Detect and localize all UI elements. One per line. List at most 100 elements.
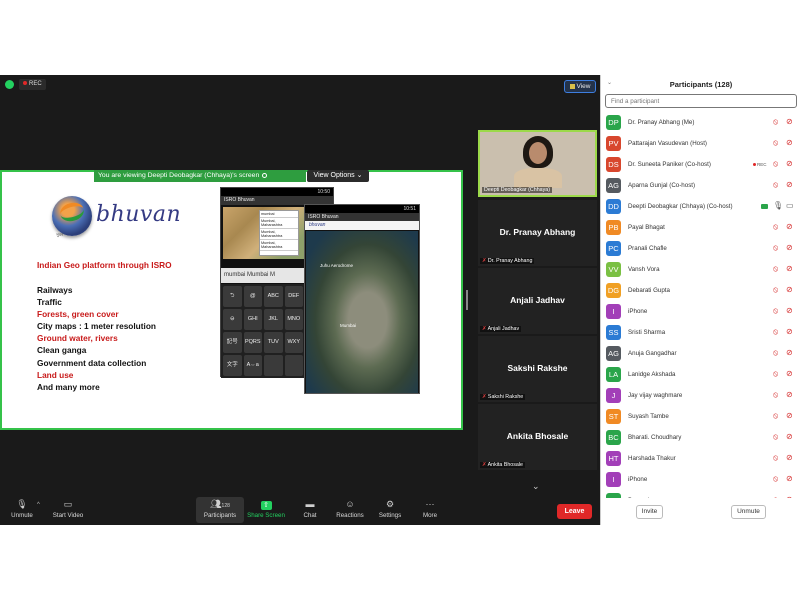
recording-badge: REC [753, 154, 767, 175]
video-tile-active-speaker[interactable]: Deepti Deobagkar (Chhaya) [478, 130, 597, 197]
keyboard-key [264, 355, 283, 376]
video-off-icon[interactable]: ⊘ [786, 117, 793, 126]
muted-mic-icon[interactable]: ⦸ [773, 474, 778, 484]
video-off-icon: ▭ [63, 499, 73, 509]
participant-name: Deepti Deobagkar (Chhaya) (Co-host) [628, 203, 733, 210]
reactions-button[interactable]: ☺ Reactions [333, 499, 367, 519]
video-off-icon[interactable]: ⊘ [786, 432, 793, 441]
participant-row[interactable]: IiPhone ⦸ ⊘ [601, 469, 800, 490]
video-off-icon[interactable]: ⊘ [786, 180, 793, 189]
unmute-all-button[interactable]: Unmute [731, 505, 766, 519]
participant-row[interactable]: DD Deepti Deobagkar (Chhaya) (Co-host) 🎙︎ ▭ [601, 196, 800, 217]
keyboard-key: TUV [264, 332, 283, 353]
muted-mic-icon[interactable]: ⦸ [773, 222, 778, 232]
video-tile[interactable]: Sakshi Rakshe ✗ Sakshi Rakshe [478, 336, 597, 402]
participant-row[interactable]: LA Lanidge Akshada ⦸ ⊘ [601, 364, 800, 385]
screen-sharing-icon [761, 204, 768, 209]
video-off-icon[interactable]: ⊘ [786, 159, 793, 168]
muted-mic-icon[interactable]: ⦸ [773, 285, 778, 295]
muted-mic-icon[interactable]: ⦸ [773, 159, 778, 169]
start-video-button[interactable]: ▭ Start Video [50, 499, 86, 519]
muted-mic-icon[interactable]: ⦸ [773, 369, 778, 379]
participant-row[interactable]: D Devendra ⦸ ⊘ [601, 490, 800, 498]
muted-mic-icon[interactable]: ⦸ [773, 306, 778, 316]
video-icon[interactable]: ▭ [786, 201, 794, 210]
avatar: PV [606, 136, 621, 151]
participant-row[interactable]: PV Pattarajan Vasudevan (Host) ⦸ ⊘ [601, 133, 800, 154]
participants-button[interactable]: 👥︎128 Participants [198, 499, 242, 519]
tile-caption: Deepti Deobagkar (Chhaya) [482, 187, 552, 193]
share-screen-button[interactable]: ⇧ Share Screen [246, 499, 286, 519]
video-off-icon[interactable]: ⊘ [786, 369, 793, 378]
mic-icon[interactable]: 🎙︎ [773, 201, 783, 210]
participant-row[interactable]: BC Bharati. Choudhary ⦸ ⊘ [601, 427, 800, 448]
avatar: DG [606, 283, 621, 298]
participant-row[interactable]: PC Pranali Chafle ⦸ ⊘ [601, 238, 800, 259]
participant-row[interactable]: VV Vansh Vora ⦸ ⊘ [601, 259, 800, 280]
muted-mic-icon[interactable]: ⦸ [773, 390, 778, 400]
participants-panel: ⌄ Participants (128) DPDr. Pranay Abhang… [600, 75, 800, 525]
video-off-icon[interactable]: ⊘ [786, 348, 793, 357]
leave-button[interactable]: Leave [557, 504, 592, 519]
view-options-button[interactable]: View Options ⌄ [307, 170, 369, 182]
video-off-icon[interactable]: ⊘ [786, 306, 793, 315]
muted-mic-icon[interactable]: ⦸ [773, 411, 778, 421]
muted-mic-icon[interactable]: ⦸ [773, 348, 778, 358]
reactions-icon: ☺ [345, 499, 355, 509]
participant-row[interactable]: AG Anuja Gangadhar ⦸ ⊘ [601, 343, 800, 364]
muted-mic-icon[interactable]: ⦸ [773, 327, 778, 337]
video-off-icon[interactable]: ⊘ [786, 390, 793, 399]
video-off-icon[interactable]: ⊘ [786, 327, 793, 336]
unmute-button[interactable]: 🎙︎ Unmute [8, 499, 36, 519]
participant-row[interactable]: IiPhone ⦸ ⊘ [601, 301, 800, 322]
participant-row[interactable]: AG Aparna Gunjal (Co-host) ⦸ ⊘ [601, 175, 800, 196]
participant-list: DP Dr. Pranay Abhang (Me) ⦸ ⊘ PV Pattarajan V… [601, 112, 800, 498]
map-label: Juhu Aerodrome [320, 263, 354, 268]
audio-options-caret[interactable]: ^ [37, 502, 40, 508]
participant-row[interactable]: DS Dr. Suneeta Paniker (Co-host) REC ⦸ ⊘ [601, 154, 800, 175]
participant-row[interactable]: DG Debarati Gupta ⦸ ⊘ [601, 280, 800, 301]
video-tile[interactable]: Anjali Jadhav ✗ Anjali Jadhav [478, 268, 597, 334]
video-off-icon[interactable]: ⊘ [786, 138, 793, 147]
participant-row[interactable]: PB Payal Bhagat ⦸ ⊘ [601, 217, 800, 238]
video-tile[interactable]: Ankita Bhosale ✗ Ankita Bhosale [478, 404, 597, 470]
muted-mic-icon[interactable]: ⦸ [773, 243, 778, 253]
video-off-icon[interactable]: ⊘ [786, 243, 793, 252]
muted-mic-icon[interactable]: ⦸ [773, 117, 778, 127]
video-off-icon[interactable]: ⊘ [786, 453, 793, 462]
view-button[interactable]: View [564, 80, 596, 93]
video-off-icon[interactable]: ⊘ [786, 285, 793, 294]
video-off-icon[interactable]: ⊘ [786, 264, 793, 273]
participant-row[interactable]: DP Dr. Pranay Abhang (Me) ⦸ ⊘ [601, 112, 800, 133]
participant-row[interactable]: J Jay vijay waghmare ⦸ ⊘ [601, 385, 800, 406]
video-off-icon[interactable]: ⊘ [786, 474, 793, 483]
invite-button[interactable]: Invite [636, 505, 663, 519]
video-off-icon[interactable]: ⊘ [786, 495, 793, 498]
participant-row[interactable]: ST Suyash Tambe ⦸ ⊘ [601, 406, 800, 427]
tile-caption: ✗ Ankita Bhosale [480, 462, 525, 468]
video-off-icon[interactable]: ⊘ [786, 222, 793, 231]
participant-row[interactable]: HT Harshada Thakur ⦸ ⊘ [601, 448, 800, 469]
muted-mic-icon[interactable]: ⦸ [773, 453, 778, 463]
participant-name: Debarati Gupta [628, 287, 670, 294]
more-button[interactable]: ··· More [418, 499, 442, 519]
resize-handle[interactable] [466, 290, 468, 310]
chevron-down-icon[interactable]: ⌄ [532, 481, 540, 492]
participant-row[interactable]: SS Sristi Sharma ⦸ ⊘ [601, 322, 800, 343]
phone-status-bar: 10:51 [305, 205, 419, 213]
keyboard-key: WXY [284, 332, 303, 353]
avatar: PC [606, 241, 621, 256]
video-tile[interactable]: Dr. Pranay Abhang ✗ Dr. Pranay Abhang [478, 200, 597, 266]
muted-mic-icon[interactable]: ⦸ [773, 432, 778, 442]
participant-search-input[interactable] [605, 94, 797, 108]
settings-button[interactable]: ⚙ Settings [376, 499, 404, 519]
encryption-shield-icon[interactable] [5, 80, 14, 89]
muted-mic-icon[interactable]: ⦸ [773, 138, 778, 148]
chat-button[interactable]: ▬ Chat [298, 499, 322, 519]
muted-mic-icon[interactable]: ⦸ [773, 495, 778, 498]
muted-mic-icon[interactable]: ⦸ [773, 264, 778, 274]
video-off-icon[interactable]: ⊘ [786, 411, 793, 420]
keyboard-key: JKL [264, 309, 283, 330]
muted-mic-icon[interactable]: ⦸ [773, 180, 778, 190]
avatar: I [606, 472, 621, 487]
